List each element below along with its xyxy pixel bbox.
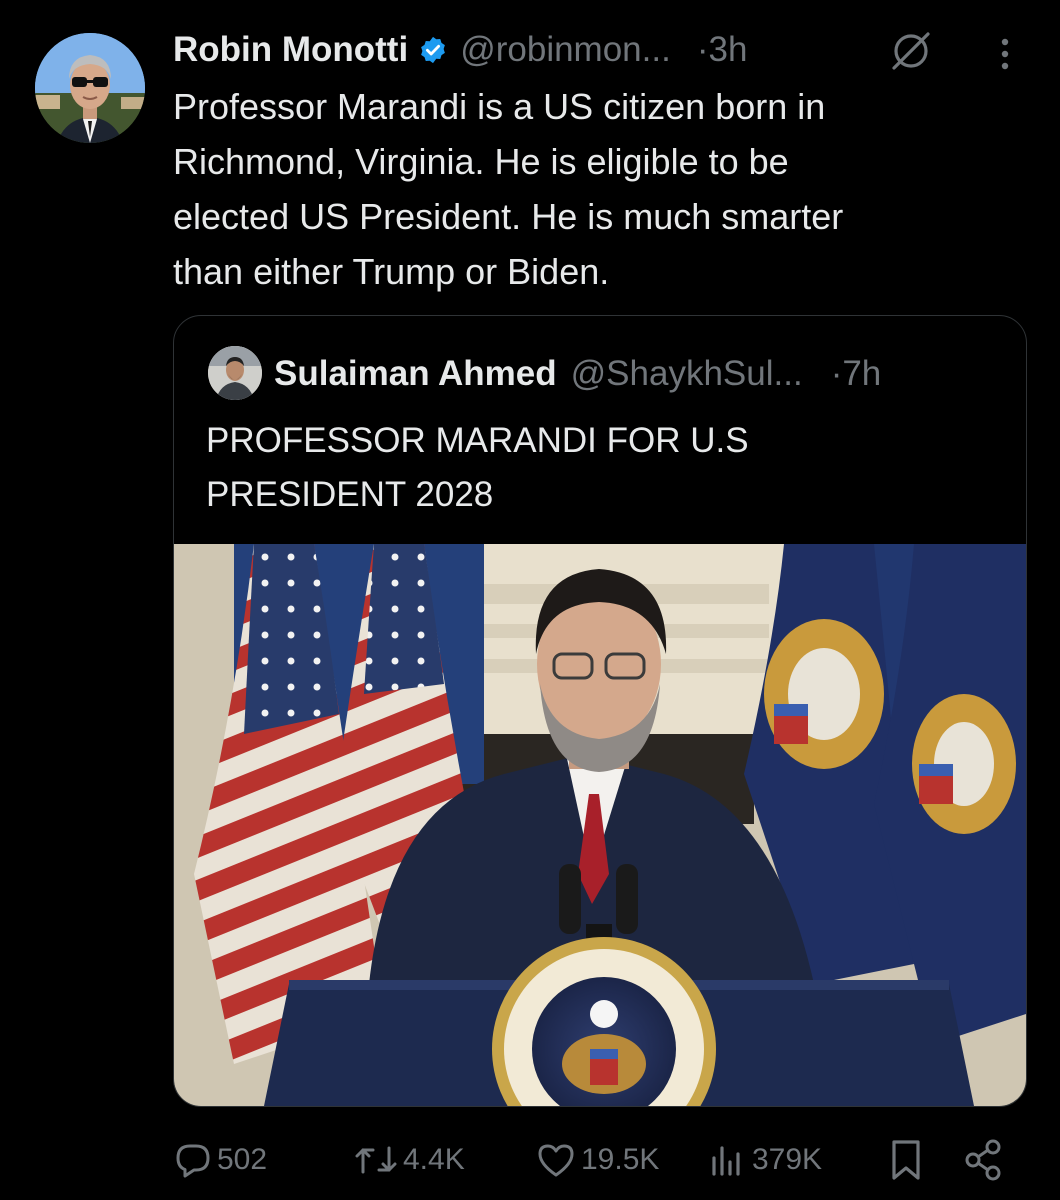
bookmark-button[interactable] — [888, 1132, 924, 1188]
quoted-tweet[interactable]: Sulaiman Ahmed @ShaykhSul... ·7h PROFESS… — [173, 315, 1027, 1107]
like-icon — [535, 1140, 577, 1180]
repost-icon — [353, 1140, 399, 1180]
grok-icon[interactable] — [888, 28, 934, 74]
tweet-timestamp[interactable]: ·3h — [697, 30, 748, 70]
tweet[interactable]: Robin Monotti @robinmon... ·3h Professor… — [0, 0, 1060, 1200]
reply-icon — [173, 1140, 213, 1180]
action-bar: 502 4.4K 19.5K 379K — [173, 1132, 1033, 1188]
more-options-icon[interactable] — [990, 34, 1020, 74]
views-button[interactable]: 379K — [708, 1132, 822, 1188]
author-display-name[interactable]: Robin Monotti — [173, 30, 408, 70]
quoted-author-avatar[interactable] — [208, 346, 262, 400]
author-avatar[interactable] — [35, 33, 145, 143]
tweet-header: Robin Monotti @robinmon... ·3h — [173, 26, 747, 74]
quoted-author-handle[interactable]: @ShaykhSul... — [571, 354, 803, 394]
tweet-text: Professor Marandi is a US citizen born i… — [173, 86, 844, 292]
quoted-tweet-timestamp[interactable]: ·7h — [831, 354, 882, 394]
quoted-author-display-name[interactable]: Sulaiman Ahmed — [274, 354, 557, 394]
quoted-tweet-image[interactable] — [174, 544, 1026, 1106]
author-handle[interactable]: @robinmon... — [460, 30, 671, 70]
quoted-tweet-text: PROFESSOR MARANDI FOR U.S PRESIDENT 2028 — [206, 421, 749, 514]
share-button[interactable] — [963, 1132, 1003, 1188]
repost-count: 4.4K — [403, 1143, 465, 1176]
reply-button[interactable]: 502 — [173, 1132, 267, 1188]
share-icon — [963, 1138, 1003, 1182]
reply-count: 502 — [217, 1143, 268, 1176]
verified-badge-icon — [418, 35, 448, 65]
bookmark-icon — [888, 1138, 924, 1182]
view-count: 379K — [752, 1143, 823, 1176]
views-icon — [708, 1140, 748, 1180]
like-button[interactable]: 19.5K — [535, 1132, 659, 1188]
like-count: 19.5K — [581, 1143, 660, 1176]
repost-button[interactable]: 4.4K — [353, 1132, 465, 1188]
quoted-tweet-header: Sulaiman Ahmed @ShaykhSul... ·7h — [274, 350, 881, 398]
